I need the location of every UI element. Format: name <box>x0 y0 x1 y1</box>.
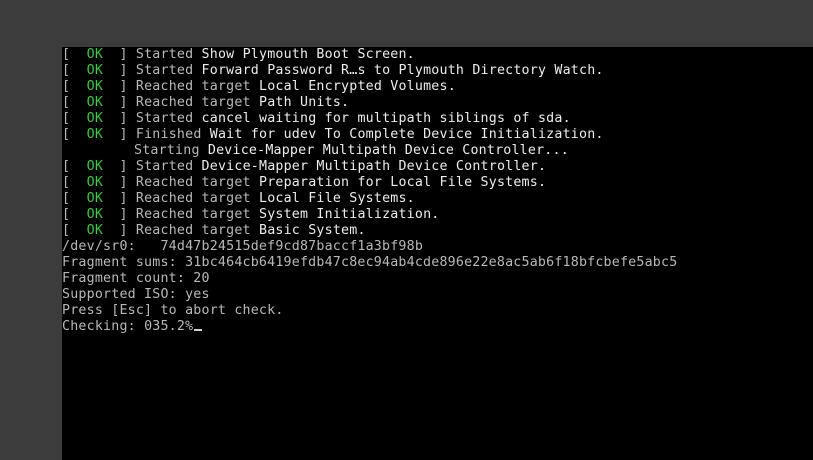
log-line: [ OK ] Started Device-Mapper Multipath D… <box>62 159 677 175</box>
status-bracket-close: ] <box>103 63 136 78</box>
log-desc: Device-Mapper Multipath Device Controlle… <box>201 159 547 174</box>
log-desc: Wait for udev To Complete Device Initial… <box>209 127 604 142</box>
status-bracket-open: [ <box>62 127 87 142</box>
status-ok: OK <box>86 207 104 222</box>
log-verb: Started <box>135 47 194 62</box>
abort-hint: Press [Esc] to abort check. <box>62 303 284 318</box>
checking-label: Checking: <box>62 319 145 334</box>
status-bracket-close: ] <box>103 79 136 94</box>
log-verb: Reached target <box>135 207 251 222</box>
log-verb: Reached target <box>135 191 251 206</box>
log-verb: Reached target <box>135 175 251 190</box>
status-bracket-close: ] <box>103 95 136 110</box>
log-line: [ OK ] Reached target System Initializat… <box>62 207 677 223</box>
status-ok: OK <box>86 127 104 142</box>
log-desc: Basic System. <box>258 223 366 238</box>
status-bracket-close: ] <box>103 47 136 62</box>
status-ok: OK <box>86 175 104 190</box>
checking-progress: Checking: 035.2% <box>62 319 677 335</box>
log-line: [ OK ] Reached target Basic System. <box>62 223 677 239</box>
status-bracket-close: ] <box>103 191 136 206</box>
status-bracket-open: [ <box>62 175 87 190</box>
status-bracket-open: [ <box>62 191 87 206</box>
log-desc: Preparation for Local File Systems. <box>258 175 547 190</box>
status-bracket-open: [ <box>62 63 87 78</box>
log-line: [ OK ] Started cancel waiting for multip… <box>62 111 677 127</box>
status-bracket-close: ] <box>103 127 136 142</box>
status-ok: OK <box>86 79 104 94</box>
checking-value: 035.2% <box>144 319 194 334</box>
status-bracket-close: ] <box>103 111 136 126</box>
log-line: [ OK ] Reached target Preparation for Lo… <box>62 175 677 191</box>
status-ok: OK <box>86 47 104 62</box>
status-ok: OK <box>86 223 104 238</box>
log-desc: Local File Systems. <box>258 191 415 206</box>
status-ok: OK <box>86 191 104 206</box>
log-desc: Local Encrypted Volumes. <box>258 79 456 94</box>
status-ok: OK <box>86 95 104 110</box>
status-bracket-open: [ <box>62 207 87 222</box>
log-line-starting: Starting Device-Mapper Multipath Device … <box>62 143 677 159</box>
log-desc: Forward Password R…s to Plymouth Directo… <box>201 63 604 78</box>
log-desc: Device-Mapper Multipath Device Controlle… <box>207 143 569 158</box>
status-bracket-open: [ <box>62 79 87 94</box>
log-verb: Reached target <box>135 223 251 238</box>
status-bracket-close: ] <box>103 207 136 222</box>
log-desc: Path Units. <box>258 95 350 110</box>
boot-log: [ OK ] Started Show Plymouth Boot Screen… <box>62 47 677 335</box>
log-line: [ OK ] Reached target Path Units. <box>62 95 677 111</box>
status-ok: OK <box>86 111 104 126</box>
vm-viewer-frame: [ OK ] Started Show Plymouth Boot Screen… <box>0 0 813 460</box>
status-bracket-close: ] <box>103 159 136 174</box>
log-verb: Reached target <box>135 95 251 110</box>
status-bracket-open: [ <box>62 47 87 62</box>
log-verb: Starting <box>134 143 200 158</box>
log-desc: cancel waiting for multipath siblings of… <box>201 111 571 126</box>
log-line: [ OK ] Finished Wait for udev To Complet… <box>62 127 677 143</box>
supported-iso: Supported ISO: yes <box>62 287 210 302</box>
status-bracket-open: [ <box>62 95 87 110</box>
log-verb: Started <box>135 111 194 126</box>
fragment-count: Fragment count: 20 <box>62 271 210 286</box>
status-bracket-open: [ <box>62 159 87 174</box>
status-bracket-close: ] <box>103 175 136 190</box>
status-bracket-close: ] <box>103 223 136 238</box>
log-verb: Reached target <box>135 79 251 94</box>
status-bracket-open: [ <box>62 223 87 238</box>
media-check-device: /dev/sr0: 74d47b24515def9cd87baccf1a3bf9… <box>62 239 424 254</box>
status-ok: OK <box>86 159 104 174</box>
status-ok: OK <box>86 63 104 78</box>
log-line: [ OK ] Started Show Plymouth Boot Screen… <box>62 47 677 63</box>
log-desc: Show Plymouth Boot Screen. <box>201 47 415 62</box>
text-cursor <box>194 329 203 331</box>
log-desc: System Initialization. <box>258 207 440 222</box>
status-bracket-open: [ <box>62 111 87 126</box>
log-verb: Finished <box>135 127 202 142</box>
log-line: [ OK ] Reached target Local File Systems… <box>62 191 677 207</box>
log-verb: Started <box>135 159 194 174</box>
log-line: [ OK ] Started Forward Password R…s to P… <box>62 63 677 79</box>
log-verb: Started <box>135 63 194 78</box>
console-screen[interactable]: [ OK ] Started Show Plymouth Boot Screen… <box>62 47 813 460</box>
log-line: [ OK ] Reached target Local Encrypted Vo… <box>62 79 677 95</box>
fragment-sums: Fragment sums: 31bc464cb6419efdb47c8ec94… <box>62 255 678 270</box>
